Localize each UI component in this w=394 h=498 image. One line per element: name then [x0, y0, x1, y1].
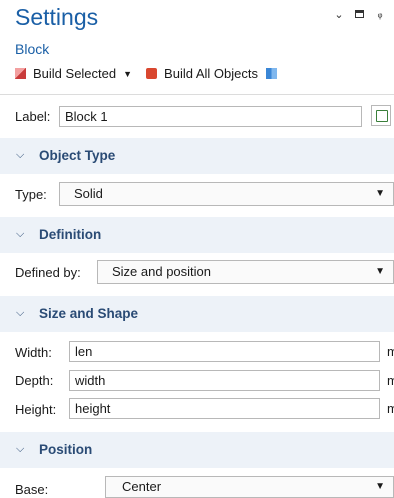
update-icon[interactable] [265, 68, 277, 79]
label-caption: Label: [15, 108, 51, 124]
base-value: Center [122, 479, 162, 494]
chevron-down-icon: ⌵ [16, 149, 25, 161]
type-value: Solid [74, 186, 103, 201]
dropdown-arrow-icon[interactable]: ▼ [123, 69, 132, 79]
section-position[interactable]: ⌵ Position [0, 432, 394, 468]
comment-icon[interactable] [371, 105, 391, 126]
type-label: Type: [15, 186, 47, 202]
defined-by-label: Defined by: [15, 264, 81, 280]
pin-icon[interactable]: ᵩ [374, 8, 386, 21]
width-label: Width: [15, 344, 52, 360]
chevron-down-icon: ⌵ [16, 307, 25, 319]
dropdown-arrow-icon: ▼ [375, 188, 385, 199]
section-title: Size and Shape [39, 306, 139, 321]
window-controls: ⌄ ᵩ [333, 8, 386, 21]
dropdown-arrow-icon: ▼ [375, 481, 385, 492]
width-input[interactable]: len [69, 341, 380, 362]
page-title: Settings [15, 4, 99, 30]
build-all-icon [146, 68, 158, 79]
label-input[interactable]: Block 1 [59, 105, 362, 127]
height-input[interactable]: height [69, 398, 380, 419]
section-definition[interactable]: ⌵ Definition [0, 217, 394, 253]
defined-by-value: Size and position [112, 264, 212, 279]
section-size-and-shape[interactable]: ⌵ Size and Shape [0, 296, 394, 332]
defined-by-select[interactable]: Size and position ▼ [97, 260, 394, 284]
base-select[interactable]: Center ▼ [105, 476, 394, 498]
depth-input[interactable]: width [69, 370, 380, 391]
section-object-type[interactable]: ⌵ Object Type [0, 138, 394, 174]
height-label: Height: [15, 401, 57, 417]
height-unit: m [387, 401, 394, 416]
section-title: Object Type [39, 148, 116, 163]
chevron-down-icon: ⌵ [16, 443, 25, 455]
page-subtitle: Block [15, 41, 50, 57]
chevron-down-icon[interactable]: ⌄ [333, 8, 345, 21]
section-title: Position [39, 442, 93, 457]
type-select[interactable]: Solid ▼ [59, 182, 394, 206]
dropdown-arrow-icon: ▼ [375, 266, 385, 277]
build-selected-button[interactable]: Build Selected [33, 66, 116, 81]
base-label: Base: [15, 481, 49, 497]
build-toolbar: Build Selected ▼ Build All Objects [15, 66, 284, 81]
width-unit: m [387, 344, 394, 359]
section-title: Definition [39, 227, 102, 242]
depth-label: Depth: [15, 372, 54, 388]
build-all-button[interactable]: Build All Objects [164, 66, 258, 81]
depth-unit: m [387, 373, 394, 388]
chevron-down-icon: ⌵ [16, 228, 25, 240]
build-selected-icon [15, 68, 26, 79]
label-row: Label: Block 1 [15, 104, 394, 128]
maximize-icon[interactable] [355, 10, 364, 18]
